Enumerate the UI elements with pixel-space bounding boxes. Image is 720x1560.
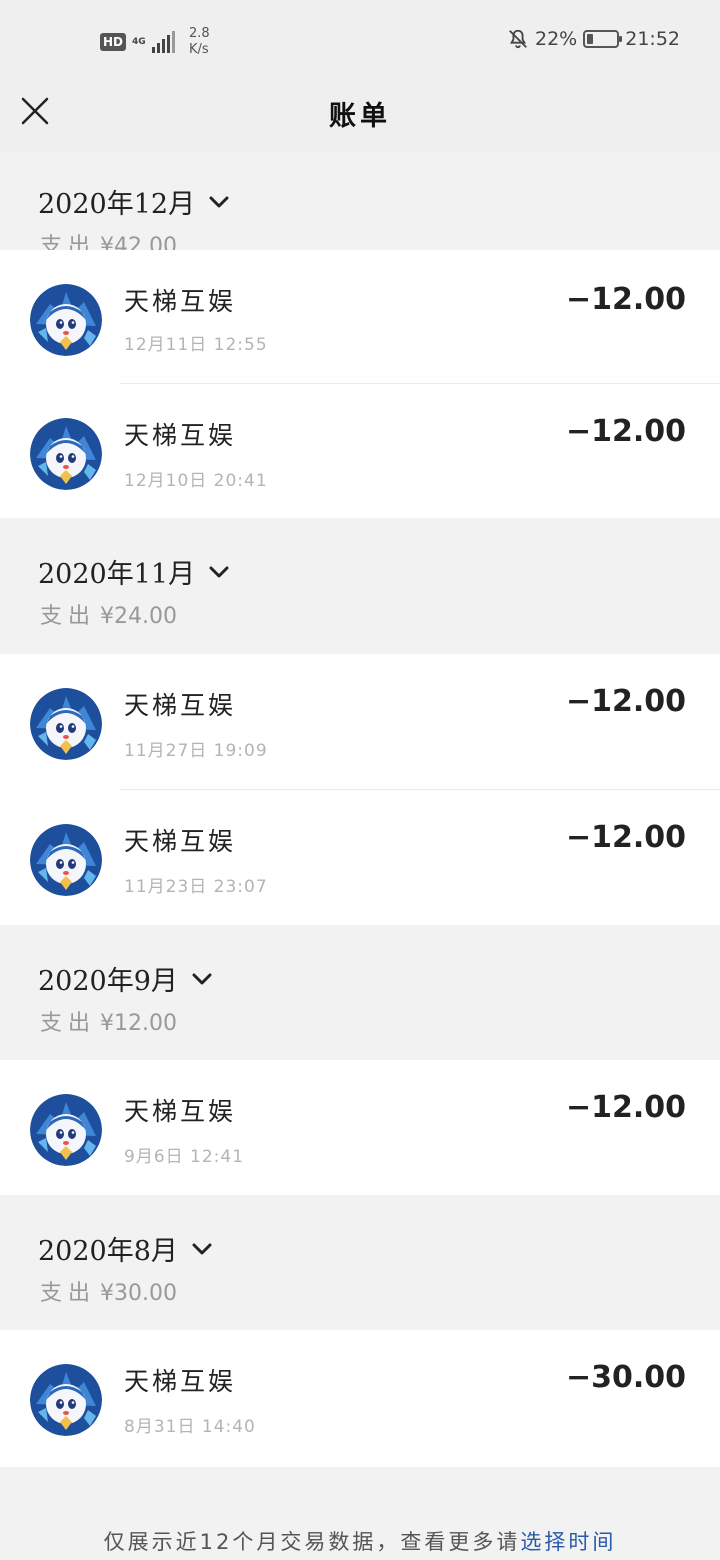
- month-total-label: 支出: [40, 1281, 97, 1306]
- month-total-label: 支出: [40, 1011, 97, 1036]
- merchant-name: 天梯互娱: [124, 1097, 237, 1126]
- month-selector[interactable]: 2020年8月: [38, 1229, 212, 1268]
- clock: 21:52: [625, 28, 680, 50]
- month-total: 支出 ¥24.00: [40, 598, 177, 630]
- select-time-link[interactable]: 选择时间: [520, 1530, 616, 1554]
- month-title: 2020年12月: [38, 189, 196, 220]
- transaction-time: 11月23日 23:07: [124, 877, 268, 897]
- transaction-time: 9月6日 12:41: [124, 1147, 245, 1167]
- status-right: 22% 21:52: [507, 28, 680, 50]
- signal-icon: [152, 31, 176, 53]
- transaction-time: 8月31日 14:40: [124, 1417, 256, 1437]
- transaction-row[interactable]: 天梯互娱 11月27日 19:09 −12.00: [0, 654, 720, 790]
- month-total-value: ¥12.00: [100, 1011, 177, 1036]
- transaction-row[interactable]: 天梯互娱 8月31日 14:40 −30.00: [0, 1330, 720, 1467]
- month-header: 2020年11月 支出 ¥24.00: [0, 518, 720, 654]
- merchant-avatar: [30, 1364, 102, 1436]
- speed-value: 2.8: [189, 26, 210, 41]
- transaction-row[interactable]: 天梯互娱 11月23日 23:07 −12.00: [0, 790, 720, 925]
- status-bar: HD 4G 2.8 K/s 22% 21:52: [0, 0, 720, 84]
- footer-note-text: 仅展示近12个月交易数据，查看更多请: [103, 1530, 521, 1554]
- battery-icon: [583, 30, 623, 48]
- merchant-avatar: [30, 688, 102, 760]
- month-total-value: ¥30.00: [100, 1281, 177, 1306]
- chevron-down-icon: [209, 196, 229, 207]
- month-title: 2020年11月: [38, 559, 196, 590]
- battery-fill: [587, 34, 594, 44]
- merchant-avatar: [30, 284, 102, 356]
- merchant-name: 天梯互娱: [124, 287, 237, 316]
- transaction-amount: −12.00: [565, 414, 686, 449]
- bell-off-icon: [509, 29, 527, 49]
- merchant-avatar: [30, 824, 102, 896]
- network-speed: 2.8 K/s: [189, 26, 210, 58]
- merchant-name: 天梯互娱: [124, 1367, 237, 1396]
- hd-badge: HD: [100, 33, 127, 51]
- transaction-time: 11月27日 19:09: [124, 741, 268, 761]
- merchant-name: 天梯互娱: [124, 827, 237, 856]
- network-type: 4G: [132, 37, 146, 47]
- transaction-row[interactable]: 天梯互娱 12月11日 12:55 −12.00: [0, 250, 720, 384]
- speed-unit: K/s: [189, 42, 209, 57]
- transaction-time: 12月11日 12:55: [124, 335, 268, 355]
- month-total-value: ¥24.00: [100, 604, 177, 629]
- page-title: 账单: [329, 101, 391, 132]
- transaction-amount: −30.00: [565, 1360, 686, 1395]
- status-left: HD 4G 2.8 K/s: [100, 26, 210, 58]
- merchant-name: 天梯互娱: [124, 691, 237, 720]
- month-selector[interactable]: 2020年9月: [38, 959, 212, 998]
- month-total-label: 支出: [40, 604, 97, 629]
- transaction-amount: −12.00: [565, 684, 686, 719]
- transaction-amount: −12.00: [565, 1090, 686, 1125]
- month-selector[interactable]: 2020年11月: [38, 552, 229, 591]
- chevron-down-icon: [192, 973, 212, 984]
- transaction-row[interactable]: 天梯互娱 9月6日 12:41 −12.00: [0, 1060, 720, 1195]
- chevron-down-icon: [192, 1243, 212, 1254]
- month-total: 支出 ¥30.00: [40, 1275, 177, 1307]
- merchant-avatar: [30, 418, 102, 490]
- month-title: 2020年9月: [38, 966, 178, 997]
- month-total: 支出 ¥12.00: [40, 1005, 177, 1037]
- battery-percent: 22%: [535, 28, 578, 50]
- nav-bar: 账单: [0, 84, 720, 152]
- month-header: 2020年9月 支出 ¥12.00: [0, 925, 720, 1060]
- month-header: 2020年8月 支出 ¥30.00: [0, 1195, 720, 1330]
- transaction-amount: −12.00: [565, 282, 686, 317]
- month-selector[interactable]: 2020年12月: [38, 182, 229, 221]
- chevron-down-icon: [209, 566, 229, 577]
- transaction-time: 12月10日 20:41: [124, 471, 268, 491]
- merchant-avatar: [30, 1094, 102, 1166]
- transaction-row[interactable]: 天梯互娱 12月10日 20:41 −12.00: [0, 384, 720, 518]
- month-title: 2020年8月: [38, 1236, 178, 1267]
- footer-note: 仅展示近12个月交易数据，查看更多请选择时间: [0, 1526, 720, 1556]
- merchant-name: 天梯互娱: [124, 421, 237, 450]
- transaction-amount: −12.00: [565, 820, 686, 855]
